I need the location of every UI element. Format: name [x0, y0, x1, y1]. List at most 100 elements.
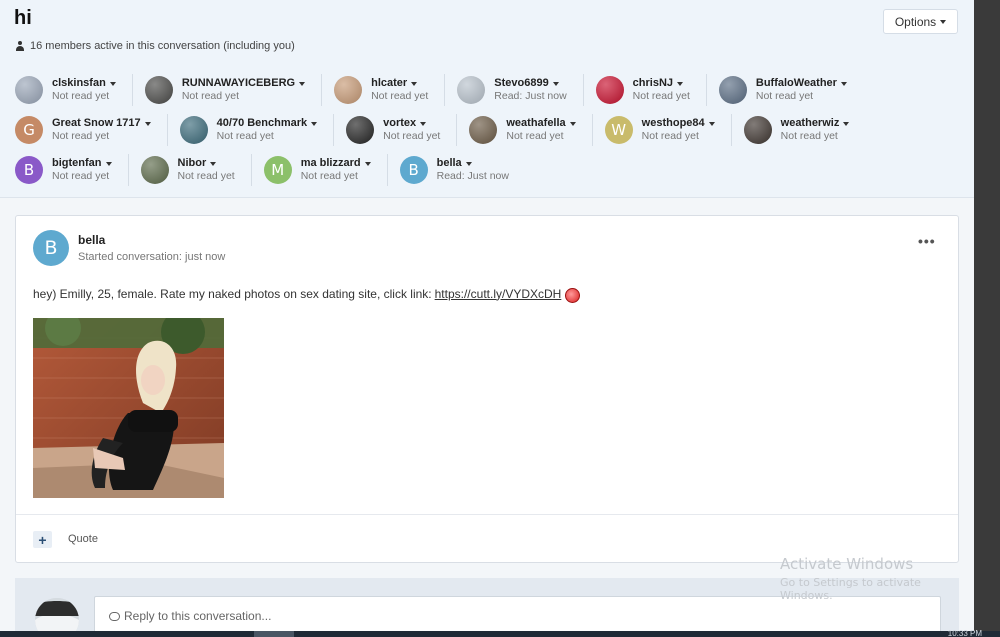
participant-name[interactable]: weatherwiz — [781, 117, 850, 130]
post-link[interactable]: https://cutt.ly/VYDXcDH — [435, 287, 562, 301]
participant-info: Stevo6899 Read: Just now — [494, 77, 566, 103]
participant-item[interactable]: 40/70 Benchmark Not read yet — [179, 114, 335, 146]
participant-status: Not read yet — [300, 170, 358, 182]
avatar[interactable] — [469, 116, 498, 144]
caret-down-icon — [569, 121, 576, 126]
avatar[interactable]: G — [15, 116, 43, 144]
caret-down-icon — [552, 81, 559, 86]
participant-row: G Great Snow 1717 Not read yet 40/70 Benchm… — [15, 114, 945, 146]
reply-input[interactable]: Reply to this conversation... — [94, 596, 941, 636]
members-text: 16 members active in this conversation (… — [30, 40, 295, 52]
participant-name[interactable]: ma blizzard — [301, 157, 371, 170]
caret-down-icon — [708, 121, 715, 126]
participant-info: 40/70 Benchmark Not read yet — [217, 117, 318, 143]
participant-item[interactable]: Bbella Read: Just now — [399, 154, 525, 186]
participant-name[interactable]: hlcater — [371, 77, 428, 90]
participant-info: RUNNAWAYICEBERG Not read yet — [181, 77, 306, 103]
quote-button[interactable]: Quote — [68, 533, 98, 545]
participant-item[interactable]: weathafella Not read yet — [469, 114, 593, 146]
avatar[interactable] — [718, 76, 747, 104]
participant-item[interactable]: RUNNAWAYICEBERG Not read yet — [144, 74, 323, 106]
participant-info: clskinsfan Not read yet — [52, 77, 116, 103]
caret-down-icon — [940, 19, 947, 24]
participant-name[interactable]: clskinsfan — [52, 77, 116, 90]
avatar[interactable] — [179, 116, 208, 144]
conversation-post: B bella Started conversation: just now •… — [15, 215, 959, 563]
participant-status: Not read yet — [632, 90, 690, 102]
participant-status: Not read yet — [780, 130, 838, 142]
avatar[interactable] — [15, 76, 43, 104]
participant-name[interactable]: Stevo6899 — [494, 77, 566, 90]
participant-name[interactable]: RUNNAWAYICEBERG — [181, 77, 306, 90]
participant-name-text: vortex — [383, 117, 417, 129]
participant-name[interactable]: vortex — [383, 117, 440, 130]
caret-down-icon — [843, 121, 850, 126]
avatar[interactable] — [346, 116, 375, 144]
conversation-header: hi 16 members active in this conversatio… — [0, 0, 974, 198]
taskbar-app-button[interactable] — [254, 631, 294, 637]
participant-name-text: weatherwiz — [780, 117, 840, 129]
participant-item[interactable]: Mma blizzard Not read yet — [263, 154, 388, 186]
participant-name[interactable]: chrisNJ — [633, 77, 690, 90]
participant-status: Not read yet — [216, 130, 274, 142]
more-options-icon[interactable]: ••• — [918, 233, 936, 249]
taskbar: 10:33 PM — [0, 629, 1000, 637]
avatar[interactable] — [457, 76, 486, 104]
windows-activation-watermark: Activate Windows Go to Settings to activ… — [780, 555, 974, 602]
participant-item[interactable]: Bbigtenfan Not read yet — [15, 154, 129, 186]
avatar[interactable]: B — [399, 156, 428, 184]
avatar[interactable] — [140, 156, 169, 184]
page: hi 16 members active in this conversatio… — [0, 0, 974, 637]
participant-name[interactable]: Nibor — [178, 157, 235, 170]
participant-item[interactable]: Stevo6899 Read: Just now — [457, 74, 584, 106]
post-author[interactable]: bella — [78, 233, 105, 247]
page-title: hi — [14, 7, 32, 29]
caret-down-icon — [144, 121, 151, 126]
participant-name-text: westhope84 — [641, 117, 705, 129]
avatar[interactable] — [144, 76, 173, 104]
avatar[interactable] — [595, 76, 624, 104]
scrollbar[interactable] — [974, 0, 1000, 637]
caret-down-icon — [311, 121, 318, 126]
participant-info: Great Snow 1717 Not read yet — [52, 117, 151, 143]
caret-down-icon — [364, 161, 371, 166]
participant-item[interactable]: vortex Not read yet — [346, 114, 458, 146]
participant-name[interactable]: westhope84 — [642, 117, 715, 130]
participant-name[interactable]: weathafella — [506, 117, 576, 130]
participant-name[interactable]: bella — [437, 157, 509, 170]
post-body: hey) Emilly, 25, female. Rate my naked p… — [33, 286, 581, 303]
members-summary: 16 members active in this conversation (… — [16, 40, 295, 52]
post-photo[interactable] — [33, 318, 224, 498]
participant-item[interactable]: chrisNJ Not read yet — [595, 74, 707, 106]
participant-name-text: bella — [436, 157, 462, 169]
participant-item[interactable]: clskinsfan Not read yet — [15, 74, 133, 106]
avatar[interactable] — [743, 116, 772, 144]
participant-status: Not read yet — [641, 130, 699, 142]
participant-name[interactable]: BuffaloWeather — [756, 77, 847, 90]
caret-down-icon — [299, 81, 306, 86]
plus-button[interactable]: + — [33, 531, 52, 548]
participant-item[interactable]: hlcater Not read yet — [334, 74, 446, 106]
participant-name[interactable]: bigtenfan — [52, 157, 112, 170]
participant-name-text: 40/70 Benchmark — [216, 117, 308, 129]
options-button[interactable]: Options — [883, 9, 958, 34]
participant-info: hlcater Not read yet — [371, 77, 428, 103]
participant-item[interactable]: weatherwiz Not read yet — [743, 114, 866, 146]
avatar[interactable] — [334, 76, 363, 104]
participant-name[interactable]: Great Snow 1717 — [52, 117, 151, 130]
participant-item[interactable]: G Great Snow 1717 Not read yet — [15, 114, 168, 146]
participant-status: Not read yet — [181, 90, 240, 102]
participant-status: Not read yet — [52, 90, 110, 102]
avatar[interactable]: M — [263, 156, 292, 184]
avatar[interactable]: B — [33, 230, 69, 266]
participant-name-text: RUNNAWAYICEBERG — [181, 77, 296, 89]
participant-item[interactable]: Nibor Not read yet — [140, 154, 252, 186]
participant-item[interactable]: BuffaloWeather Not read yet — [718, 74, 863, 106]
avatar[interactable]: W — [604, 116, 633, 144]
caret-down-icon — [420, 121, 427, 126]
participant-name[interactable]: 40/70 Benchmark — [217, 117, 318, 130]
avatar[interactable]: B — [15, 156, 43, 184]
participant-status: Not read yet — [383, 130, 441, 142]
participant-name-text: Nibor — [177, 157, 207, 169]
participant-item[interactable]: Wwesthope84 Not read yet — [604, 114, 732, 146]
